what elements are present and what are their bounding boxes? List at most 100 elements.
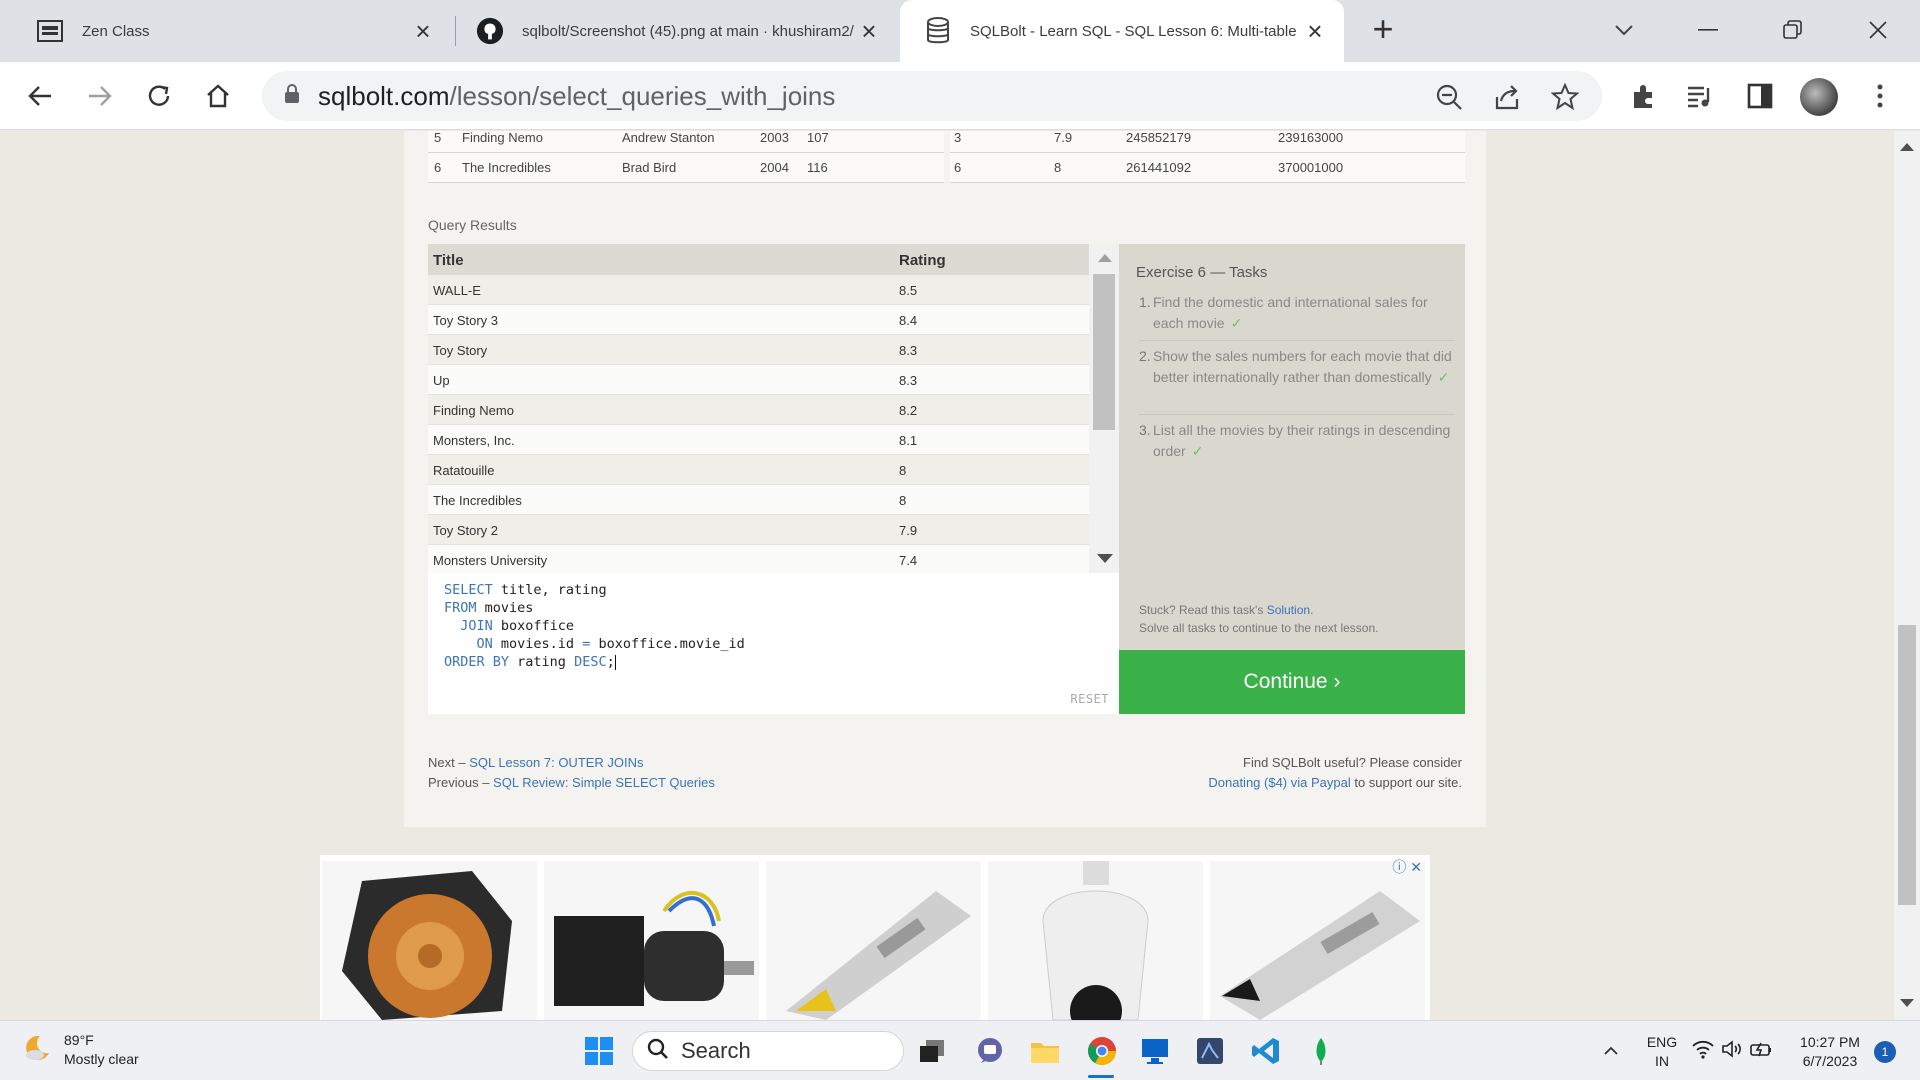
scroll-thumb[interactable] — [1898, 625, 1916, 905]
scroll-down-arrow-icon[interactable] — [1900, 999, 1914, 1007]
language-indicator[interactable]: ENG IN — [1644, 1033, 1680, 1071]
remote-desktop-icon[interactable] — [1136, 1032, 1174, 1070]
table-row: 6 8 261441092 370001000 — [950, 153, 1465, 183]
cell-rating: 8.4 — [899, 313, 918, 328]
file-explorer-icon[interactable] — [1026, 1032, 1064, 1070]
results-header: Title Rating — [428, 244, 1089, 275]
extensions-icon[interactable] — [1626, 78, 1662, 114]
cell-title: Toy Story — [433, 343, 488, 358]
close-icon[interactable]: × — [854, 16, 884, 46]
previous-lesson-link[interactable]: SQL Review: Simple SELECT Queries — [493, 775, 715, 790]
more-menu-icon[interactable] — [1862, 78, 1898, 114]
cell-rating: 8.1 — [899, 433, 918, 448]
query-results-table: Title Rating WALL-E 8.5 Toy Story 3 8.4 Toy … — [428, 244, 1089, 573]
results-scrollbar[interactable] — [1089, 244, 1119, 573]
browser-tab-bar: Zen Class × sqlbolt/Screenshot (45).png … — [0, 0, 1920, 62]
cell-rating: 7.9 — [899, 523, 918, 538]
reset-button[interactable]: RESET — [1070, 692, 1109, 706]
back-button[interactable] — [22, 78, 58, 114]
tasks-heading: Exercise 6 — Tasks — [1136, 264, 1268, 281]
cell-title: Ratatouille — [433, 463, 495, 478]
tab-title: SQLBolt - Learn SQL - SQL Lesson 6: Mult… — [970, 22, 1300, 40]
tab-zen-class[interactable]: Zen Class × — [0, 0, 452, 62]
vscode-icon[interactable] — [1247, 1032, 1285, 1070]
home-button[interactable] — [200, 78, 236, 114]
notification-badge[interactable]: 1 — [1874, 1041, 1896, 1063]
media-queue-icon[interactable] — [1682, 78, 1718, 114]
restore-button[interactable] — [1762, 8, 1822, 52]
cell-title: WALL-E — [433, 283, 481, 298]
github-icon — [476, 17, 504, 45]
tasks-panel: Exercise 6 — Tasks 1. Find the domestic … — [1119, 244, 1465, 714]
mongodb-compass-icon[interactable] — [1302, 1032, 1340, 1070]
close-icon[interactable]: × — [1300, 16, 1330, 46]
weather-widget[interactable]: 89°F Mostly clear — [22, 1031, 139, 1069]
task-item: 1. Find the domestic and international s… — [1139, 294, 1428, 331]
scroll-up-arrow-icon[interactable] — [1098, 254, 1112, 262]
ad-choices-close-icon[interactable]: ⓘ ✕ — [1392, 857, 1422, 877]
movies-table: 5 Finding Nemo Andrew Stanton 2003 107 6… — [428, 131, 944, 183]
system-tray-icons[interactable] — [1688, 1032, 1776, 1070]
ad-image-sfp-module[interactable] — [766, 861, 981, 1020]
continue-button[interactable]: Continue › — [1119, 650, 1465, 714]
lesson-card: 5 Finding Nemo Andrew Stanton 2003 107 6… — [404, 131, 1486, 827]
table-row: The Incredibles 8 — [428, 485, 1089, 515]
table-row: WALL-E 8.5 — [428, 275, 1089, 305]
cell-title: Finding Nemo — [433, 403, 514, 418]
cell-title: The Incredibles — [433, 493, 522, 508]
chrome-icon[interactable] — [1083, 1032, 1121, 1070]
share-icon[interactable] — [1490, 80, 1524, 114]
code-line: JOIN boxoffice — [444, 618, 575, 634]
tab-search-chevron-icon[interactable] — [1594, 8, 1654, 52]
taskbar-search[interactable]: Search — [632, 1031, 904, 1071]
windows-start-icon[interactable] — [580, 1032, 618, 1070]
address-bar[interactable]: sqlbolt.com/lesson/select_queries_with_j… — [262, 71, 1602, 121]
zoom-out-icon[interactable] — [1432, 80, 1466, 114]
azure-data-studio-icon[interactable] — [1191, 1032, 1229, 1070]
table-row: Toy Story 2 7.9 — [428, 515, 1089, 545]
code-line: SELECT title, rating — [444, 582, 607, 598]
profile-avatar[interactable] — [1800, 78, 1838, 116]
ad-image-speaker[interactable] — [322, 861, 537, 1020]
ad-image-ptz-camera[interactable] — [988, 861, 1203, 1020]
chevron-up-icon[interactable] — [1592, 1032, 1630, 1070]
donate-link[interactable]: Donating ($4) via Paypal — [1208, 775, 1350, 790]
reload-button[interactable] — [141, 78, 177, 114]
scroll-down-arrow-icon[interactable] — [1097, 554, 1113, 563]
cell-rating: 8.3 — [899, 343, 918, 358]
task-view-icon[interactable] — [913, 1032, 951, 1070]
close-icon[interactable]: × — [408, 16, 438, 46]
next-lesson-link[interactable]: SQL Lesson 7: OUTER JOINs — [469, 755, 643, 770]
tab-github[interactable]: sqlbolt/Screenshot (45).png at main · kh… — [456, 0, 898, 62]
close-window-button[interactable] — [1848, 8, 1908, 52]
database-icon — [924, 17, 952, 45]
cell-rating: 8.2 — [899, 403, 918, 418]
checkmark-icon: ✓ — [1191, 443, 1204, 459]
minimize-button[interactable] — [1678, 8, 1738, 52]
forward-button[interactable] — [82, 78, 118, 114]
scroll-thumb[interactable] — [1093, 274, 1115, 430]
page-content: 5 Finding Nemo Andrew Stanton 2003 107 6… — [0, 131, 1894, 1020]
solution-link[interactable]: Solution — [1267, 603, 1310, 617]
page-scrollbar[interactable] — [1894, 131, 1920, 1020]
checkmark-icon: ✓ — [1230, 315, 1243, 331]
table-row: Up 8.3 — [428, 365, 1089, 395]
cell-rating: 8.5 — [899, 283, 918, 298]
table-row: 5 Finding Nemo Andrew Stanton 2003 107 — [428, 131, 944, 153]
ad-image-sfp-module[interactable] — [1210, 861, 1425, 1020]
scroll-up-arrow-icon[interactable] — [1900, 143, 1914, 151]
side-panel-icon[interactable] — [1742, 78, 1778, 114]
lesson-nav: Next – SQL Lesson 7: OUTER JOINs Previou… — [428, 755, 715, 790]
ad-image-motor[interactable] — [544, 861, 759, 1020]
task-divider — [1139, 340, 1455, 341]
lock-icon[interactable] — [284, 83, 300, 109]
ad-banner[interactable]: ⓘ ✕ — [320, 855, 1430, 1020]
sql-editor[interactable]: SELECT title, rating FROM movies JOIN box… — [428, 573, 1119, 714]
teams-chat-icon[interactable] — [971, 1032, 1009, 1070]
clock[interactable]: 10:27 PM 6/7/2023 — [1790, 1033, 1870, 1071]
cell-title: Toy Story 2 — [433, 523, 499, 538]
cell-rating: 8 — [899, 493, 907, 508]
tab-sqlbolt[interactable]: SQLBolt - Learn SQL - SQL Lesson 6: Mult… — [900, 0, 1344, 62]
new-tab-button[interactable]: + — [1366, 11, 1400, 48]
bookmark-star-icon[interactable] — [1548, 80, 1582, 114]
